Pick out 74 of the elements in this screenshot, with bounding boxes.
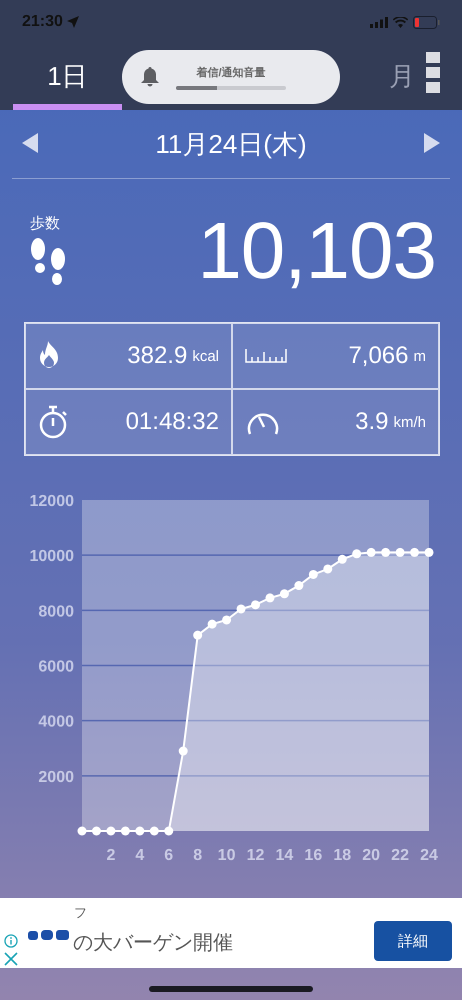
data-point: [410, 548, 420, 557]
ruler-icon: [245, 349, 287, 363]
steps-label: 歩数: [30, 214, 60, 233]
data-point: [208, 620, 217, 629]
y-tick-label: 4000: [38, 714, 74, 731]
stopwatch-icon: [38, 405, 68, 439]
logo-icon: [28, 928, 70, 942]
ad-banner[interactable]: フ の大バーゲン開催 詳細: [0, 898, 462, 968]
data-point: [78, 826, 86, 836]
next-arrow-icon[interactable]: [424, 132, 440, 156]
x-tick-label: 24: [420, 847, 438, 864]
stat-unit: km/h: [393, 414, 426, 430]
info-icon[interactable]: [4, 934, 18, 948]
stat-value: 01:48:32: [126, 408, 219, 436]
flame-icon: [38, 341, 60, 371]
y-tick-label: 6000: [38, 658, 74, 676]
data-point: [381, 548, 390, 557]
stat-unit: m: [414, 348, 426, 364]
x-tick-label: 16: [304, 847, 322, 864]
date-label: 11月24日(木): [155, 128, 307, 160]
previous-arrow-icon[interactable]: [22, 132, 38, 156]
signal-icon: [370, 16, 388, 28]
data-point: [135, 826, 144, 836]
stat-value: 382.9: [127, 342, 188, 370]
x-tick-label: 12: [246, 847, 264, 864]
close-icon[interactable]: [4, 952, 18, 966]
data-point: [222, 616, 232, 624]
step-count: 10,103: [197, 204, 436, 296]
y-tick-label: 8000: [38, 603, 74, 620]
ad-headline: の大バーゲン開催: [73, 931, 233, 956]
x-tick-label: 18: [333, 847, 352, 864]
data-point: [150, 826, 159, 836]
location-arrow-icon: [66, 16, 79, 28]
details-button[interactable]: 詳細: [374, 921, 452, 961]
y-tick-label: 10000: [30, 548, 74, 566]
bell-icon: [140, 66, 160, 88]
stat-value: 7,066: [348, 342, 408, 370]
x-tick-label: 10: [218, 847, 236, 864]
wifi-icon: [393, 16, 408, 28]
footprints-icon: [30, 237, 68, 287]
data-point: [323, 564, 332, 574]
data-point: [92, 826, 101, 836]
data-point: [352, 549, 362, 558]
data-point: [178, 746, 188, 756]
tab[interactable]: 月: [382, 44, 422, 110]
x-tick-label: 8: [193, 847, 202, 864]
stat-unit: kcal: [192, 348, 219, 364]
data-point: [164, 826, 174, 836]
data-point: [120, 826, 130, 836]
y-tick-label: 2000: [38, 768, 74, 786]
data-point: [251, 600, 260, 610]
x-tick-label: 2: [106, 847, 116, 864]
x-tick-label: 14: [276, 847, 294, 864]
data-point: [265, 593, 274, 602]
data-point: [236, 604, 246, 614]
data-point: [308, 570, 318, 579]
data-point: [366, 548, 376, 557]
y-tick-label: 12000: [30, 493, 74, 510]
data-point: [396, 548, 405, 557]
status-time: 21:30: [22, 13, 63, 31]
data-point: [280, 589, 289, 598]
data-point: [294, 581, 304, 590]
battery-icon: [413, 16, 440, 28]
data-point: [106, 826, 116, 836]
data-point: [338, 554, 347, 564]
data-point: [193, 630, 202, 640]
stat-value: 3.9: [355, 408, 388, 436]
ad-text: フ: [74, 904, 87, 922]
data-point: [424, 548, 434, 557]
x-tick-label: 20: [362, 847, 380, 864]
x-tick-label: 6: [164, 847, 174, 864]
volume-title: 着信/通知音量: [196, 65, 266, 80]
x-tick-label: 22: [391, 847, 409, 864]
x-tick-label: 4: [135, 847, 144, 864]
